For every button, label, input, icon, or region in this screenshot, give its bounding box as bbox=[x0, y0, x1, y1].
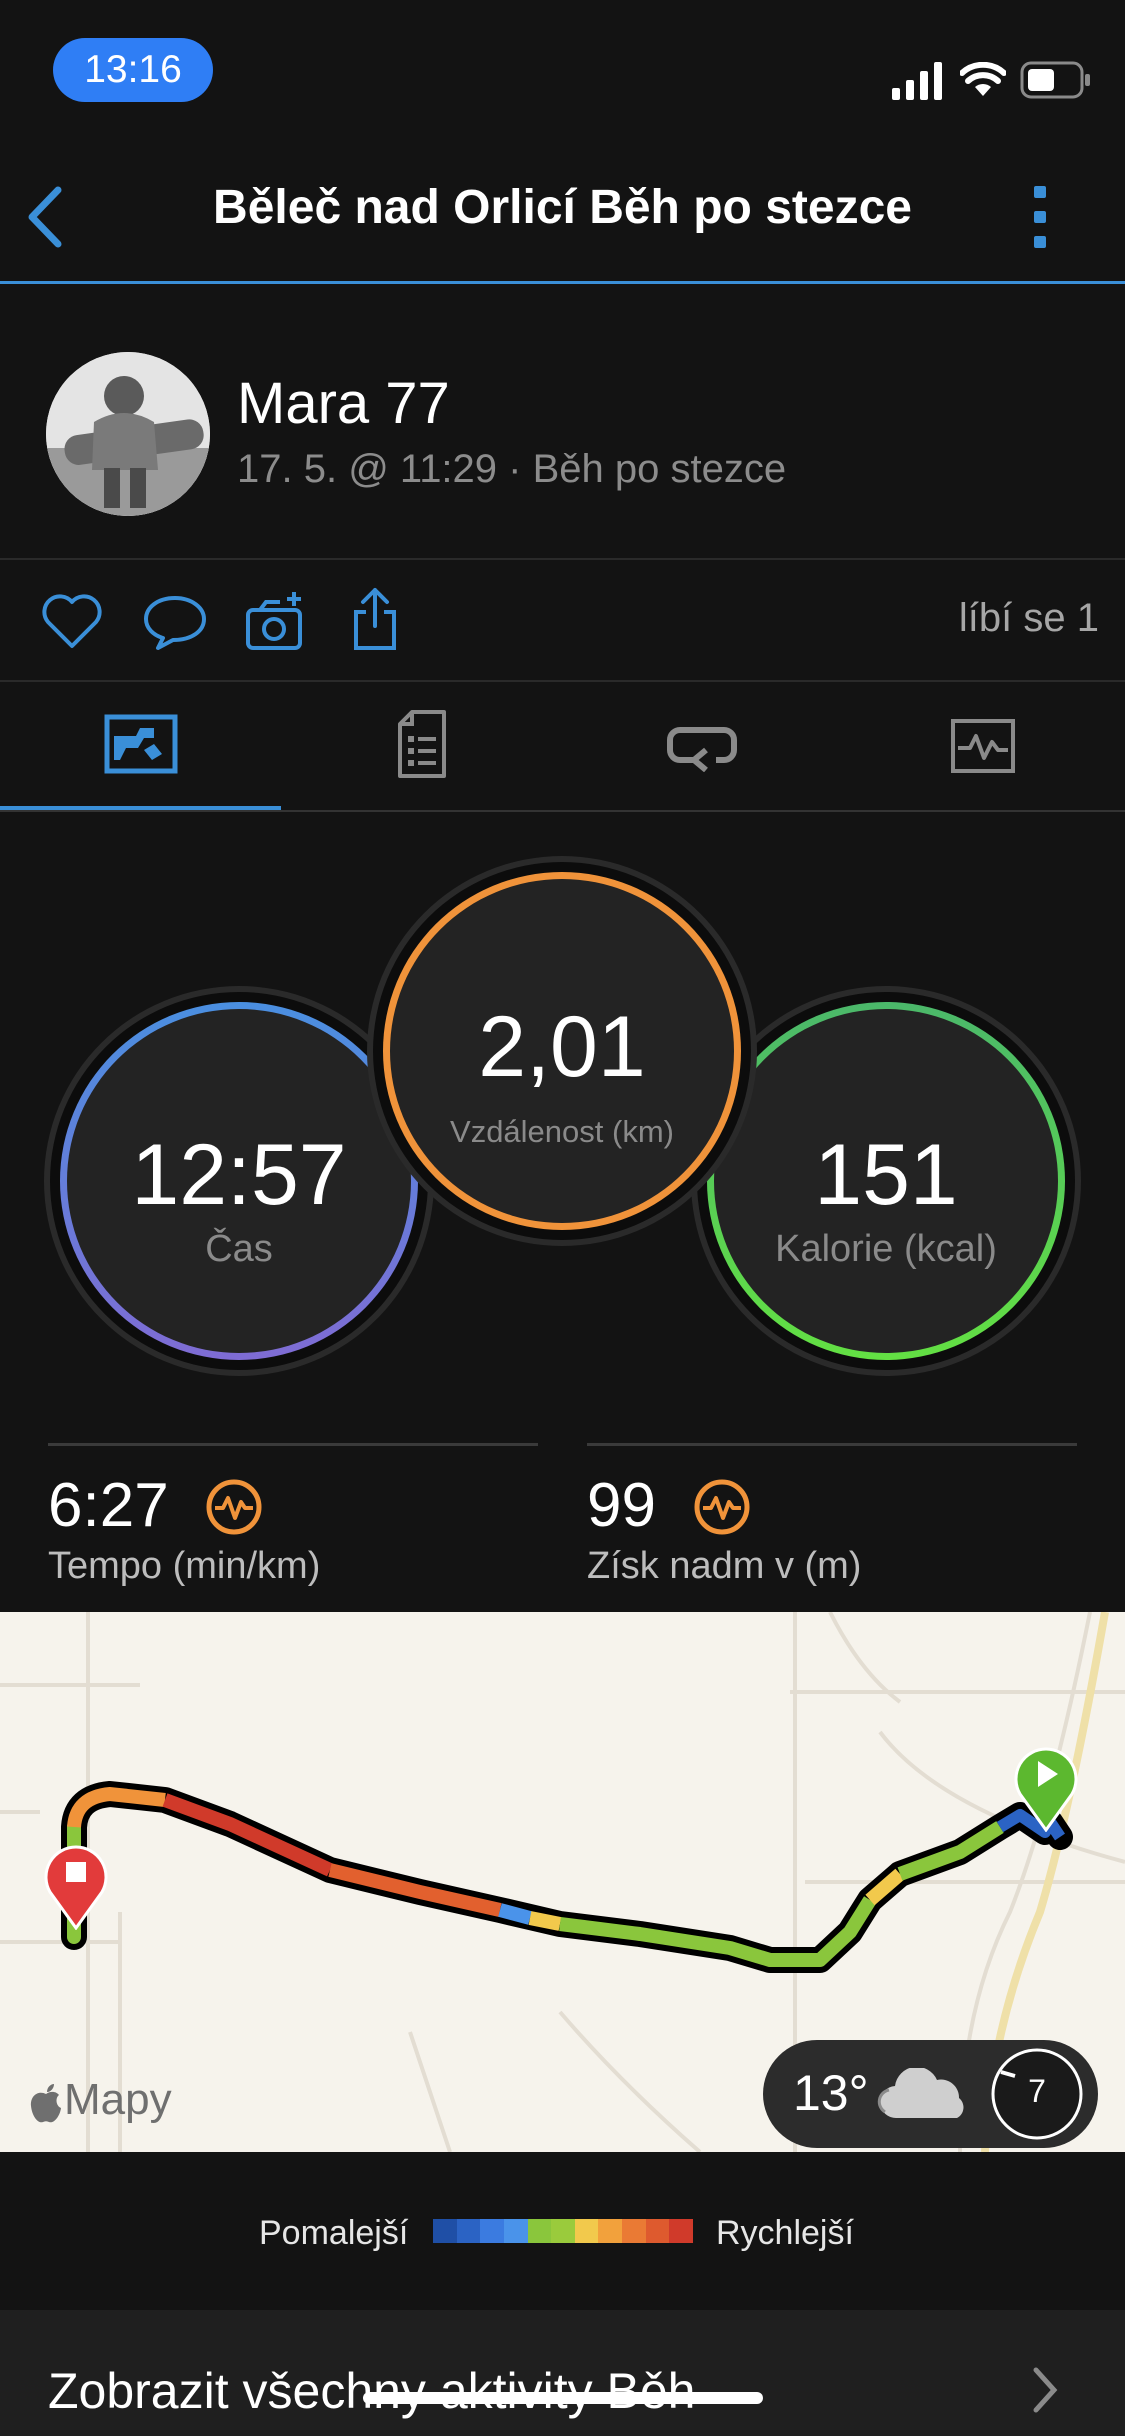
time-label: Čas bbox=[205, 1228, 273, 1270]
time-ring: 12:57 Čas bbox=[50, 992, 428, 1370]
signal-icon bbox=[892, 62, 942, 100]
comment-icon[interactable] bbox=[142, 592, 208, 652]
avatar[interactable] bbox=[46, 352, 210, 516]
distance-value: 2,01 bbox=[478, 999, 646, 1095]
avatar-photo bbox=[46, 352, 210, 516]
calories-ring: 151 Kalorie (kcal) bbox=[697, 992, 1075, 1370]
map-attribution[interactable]: Mapy bbox=[64, 2075, 172, 2125]
legend-swatch bbox=[598, 2219, 623, 2243]
legend-swatch bbox=[480, 2219, 504, 2243]
distance-ring: 2,01 Vzdálenost (km) bbox=[373, 862, 751, 1240]
add-photo-icon[interactable] bbox=[244, 590, 308, 652]
legend-swatch bbox=[574, 2219, 599, 2243]
time-value: 12:57 bbox=[131, 1127, 347, 1223]
apple-icon bbox=[30, 2084, 61, 2123]
calories-label: Kalorie (kcal) bbox=[775, 1228, 997, 1270]
speed-color-scale bbox=[433, 2219, 694, 2243]
wind-speed: 7 bbox=[1028, 2073, 1046, 2109]
chevron-right-icon bbox=[1033, 2367, 1058, 2413]
pace-info-icon[interactable] bbox=[205, 1478, 263, 1536]
tab-details-icon[interactable] bbox=[396, 710, 448, 778]
elevation-value: 99 bbox=[587, 1471, 656, 1540]
legend-faster: Rychlejší bbox=[716, 2214, 854, 2252]
cloud-icon bbox=[877, 2068, 964, 2119]
weather-badge[interactable]: 13° 7 bbox=[763, 2040, 1098, 2148]
all-activities-label[interactable]: Zobrazit všechny aktivity Běh bbox=[48, 2362, 696, 2420]
tab-laps-icon[interactable] bbox=[666, 720, 740, 772]
like-icon[interactable] bbox=[40, 592, 104, 650]
pace-label: Tempo (min/km) bbox=[48, 1545, 321, 1587]
tab-charts-icon[interactable] bbox=[950, 718, 1016, 774]
header-divider bbox=[0, 281, 1125, 284]
legend-swatch bbox=[622, 2219, 646, 2243]
home-indicator[interactable] bbox=[363, 2392, 763, 2404]
legend-slower: Pomalejší bbox=[259, 2214, 409, 2252]
user-name[interactable]: Mara 77 bbox=[237, 370, 450, 437]
divider bbox=[0, 558, 1125, 560]
likes-count[interactable]: líbí se 1 bbox=[959, 596, 1099, 641]
page-title: Běleč nad Orlicí Běh po stezce bbox=[213, 181, 912, 234]
divider bbox=[0, 810, 1125, 812]
divider bbox=[0, 680, 1125, 682]
finish-marker-icon[interactable] bbox=[42, 1842, 110, 1930]
battery-icon bbox=[1020, 61, 1090, 99]
calories-value: 151 bbox=[814, 1127, 958, 1223]
stat-divider bbox=[48, 1443, 538, 1446]
legend-swatch bbox=[551, 2219, 575, 2243]
pace-value: 6:27 bbox=[48, 1471, 169, 1540]
stat-divider bbox=[587, 1443, 1077, 1446]
share-icon[interactable] bbox=[350, 586, 400, 652]
legend-swatch bbox=[645, 2219, 670, 2243]
temperature: 13° bbox=[793, 2065, 869, 2121]
distance-label: Vzdálenost (km) bbox=[450, 1114, 674, 1149]
more-icon[interactable] bbox=[1030, 184, 1052, 250]
tab-summary-icon[interactable] bbox=[104, 714, 178, 774]
legend-swatch bbox=[433, 2219, 457, 2243]
legend-swatch bbox=[503, 2219, 528, 2243]
legend-swatch bbox=[527, 2219, 552, 2243]
status-time: 13:16 bbox=[53, 38, 213, 102]
activity-date-type: 17. 5. @ 11:29 · Běh po stezce bbox=[237, 447, 787, 491]
elevation-info-icon[interactable] bbox=[693, 1478, 751, 1536]
start-marker-icon[interactable] bbox=[1012, 1744, 1080, 1832]
wifi-icon bbox=[960, 62, 1006, 96]
legend-swatch bbox=[669, 2219, 694, 2243]
elevation-label: Získ nadm v (m) bbox=[587, 1545, 862, 1587]
legend-swatch bbox=[456, 2219, 481, 2243]
